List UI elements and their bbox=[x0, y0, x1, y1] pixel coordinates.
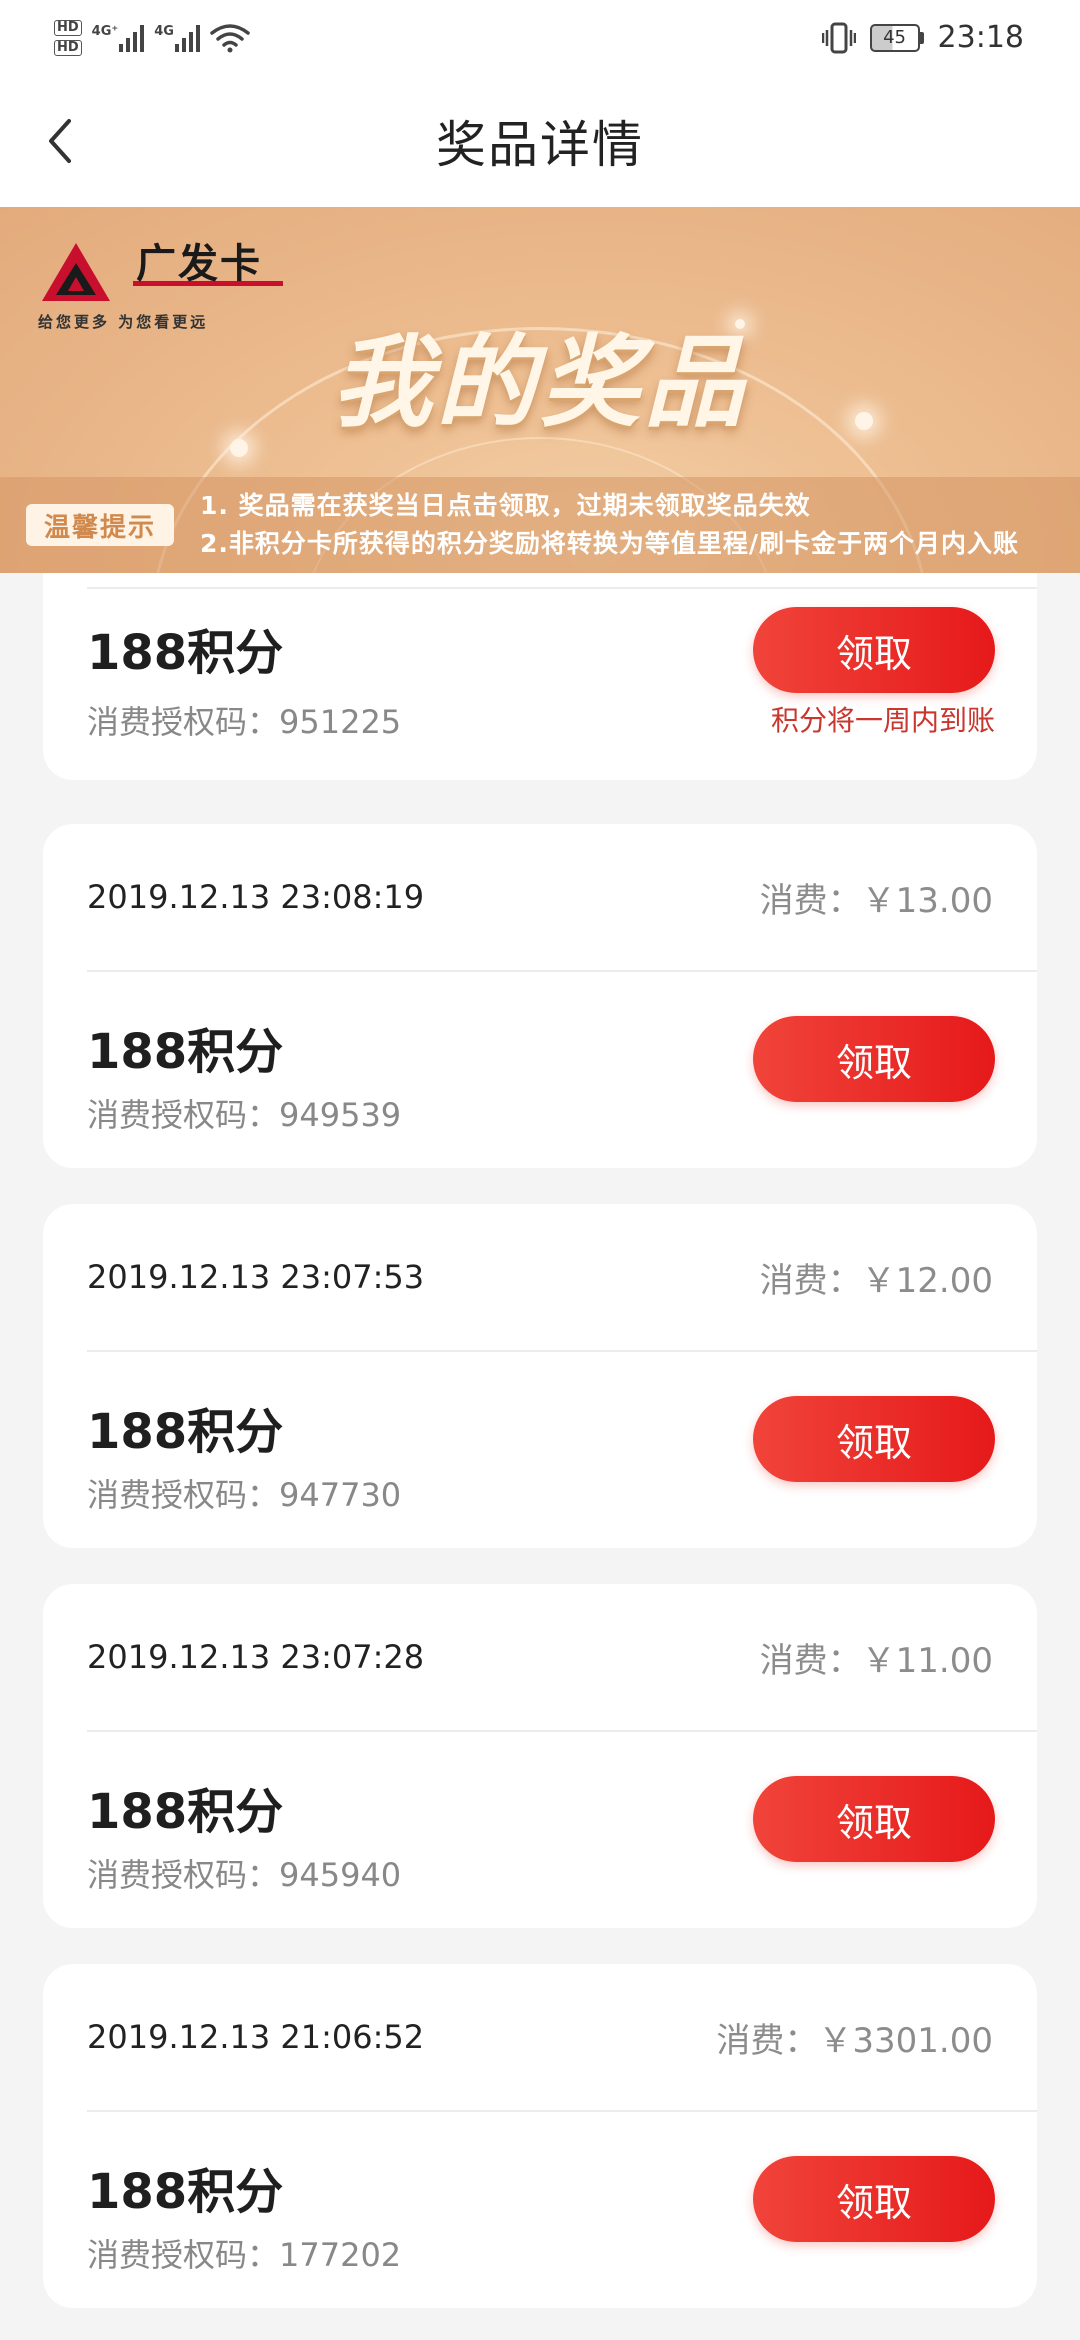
signal-icon bbox=[119, 24, 145, 52]
prize-card-header: 2019.12.13 23:07:28 消费：￥11.00 bbox=[87, 1584, 1037, 1732]
prize-card-header: 2019.12.13 23:08:19 消费：￥13.00 bbox=[87, 824, 1037, 972]
prize-card-body: 188积分 消费授权码：951225 领取 积分将一周内到账 bbox=[43, 589, 1037, 780]
prize-card-header: 2019.12.13 21:06:52 消费：￥3301.00 bbox=[87, 1964, 1037, 2112]
signal-icon bbox=[174, 24, 200, 52]
auth-code: 消费授权码：945940 bbox=[87, 1856, 402, 1894]
prize-card: 188积分 消费授权码：951225 领取 积分将一周内到账 bbox=[43, 573, 1037, 780]
hd-label-1: HD bbox=[54, 19, 82, 36]
claim-button[interactable]: 领取 bbox=[753, 2156, 995, 2242]
spend-amount: 消费：￥12.00 bbox=[759, 1260, 993, 1301]
status-bar: HD HD 4G⁺ 4G 45 23:18 bbox=[0, 0, 1080, 75]
banner-title: 我的奖品 bbox=[332, 324, 748, 441]
network-1: 4G⁺ bbox=[92, 24, 145, 52]
prize-card: 2019.12.13 23:08:19 消费：￥13.00 188积分 消费授权… bbox=[43, 824, 1037, 1168]
back-button[interactable] bbox=[30, 109, 90, 173]
auth-code: 消费授权码：177202 bbox=[87, 2236, 402, 2274]
claim-button[interactable]: 领取 bbox=[753, 1776, 995, 1862]
prize-card: 2019.12.13 23:07:28 消费：￥11.00 188积分 消费授权… bbox=[43, 1584, 1037, 1928]
status-right: 45 23:18 bbox=[821, 20, 1024, 55]
claim-button[interactable]: 领取 bbox=[753, 1396, 995, 1482]
prize-points: 188积分 bbox=[87, 1404, 284, 1460]
page-title: 奖品详情 bbox=[436, 116, 644, 174]
prize-points: 188积分 bbox=[87, 2164, 284, 2220]
notice-line-2: 2.非积分卡所获得的积分奖励将转换为等值里程/刷卡金于两个月内入账 bbox=[200, 529, 1020, 558]
prize-points: 188积分 bbox=[87, 1784, 284, 1840]
network-type-2: 4G bbox=[154, 23, 174, 39]
notice-line-1: 1. 奖品需在获奖当日点击领取，过期未领取奖品失效 bbox=[200, 491, 811, 520]
claim-button[interactable]: 领取 bbox=[753, 607, 995, 693]
prize-datetime: 2019.12.13 23:07:53 bbox=[87, 1258, 425, 1296]
prize-card-body: 188积分 消费授权码：945940 领取 bbox=[43, 1732, 1037, 1928]
notice-strip: 温馨提示 1. 奖品需在获奖当日点击领取，过期未领取奖品失效 2.非积分卡所获得… bbox=[0, 477, 1080, 573]
chevron-left-icon bbox=[49, 119, 71, 163]
prize-banner: 广发卡 给您更多 为您看更远 我的奖品 温馨提示 1. 奖品需在获奖当日点击领取… bbox=[0, 207, 1080, 573]
prize-card: 2019.12.13 23:07:53 消费：￥12.00 188积分 消费授权… bbox=[43, 1204, 1037, 1548]
auth-code: 消费授权码：947730 bbox=[87, 1476, 402, 1514]
prize-points: 188积分 bbox=[87, 625, 284, 681]
prize-card-header: 2019.12.13 23:07:53 消费：￥12.00 bbox=[87, 1204, 1037, 1352]
status-left: HD HD 4G⁺ 4G bbox=[54, 19, 250, 56]
claim-button[interactable]: 领取 bbox=[753, 1016, 995, 1102]
prize-card-body: 188积分 消费授权码：949539 领取 bbox=[43, 972, 1037, 1168]
prize-card: 2019.12.13 21:06:52 消费：￥3301.00 188积分 消费… bbox=[43, 1964, 1037, 2308]
auth-code: 消费授权码：951225 bbox=[87, 703, 402, 741]
prize-card-body: 188积分 消费授权码：947730 领取 bbox=[43, 1352, 1037, 1548]
spend-amount: 消费：￥3301.00 bbox=[716, 2020, 993, 2061]
network-type-1: 4G⁺ bbox=[91, 23, 119, 39]
prize-list[interactable]: 188积分 消费授权码：951225 领取 积分将一周内到账 2019.12.1… bbox=[0, 573, 1080, 2340]
clock: 23:18 bbox=[937, 20, 1024, 55]
spend-amount: 消费：￥11.00 bbox=[759, 1640, 993, 1681]
nav-header: 奖品详情 bbox=[0, 75, 1080, 207]
battery-icon: 45 bbox=[869, 23, 924, 52]
hd-label-2: HD bbox=[54, 39, 82, 56]
network-2: 4G bbox=[154, 24, 200, 52]
hd-indicator: HD HD bbox=[54, 19, 82, 56]
prize-datetime: 2019.12.13 23:08:19 bbox=[87, 878, 425, 916]
prize-datetime: 2019.12.13 21:06:52 bbox=[87, 2018, 425, 2056]
battery-level: 45 bbox=[883, 27, 906, 48]
wifi-icon bbox=[210, 23, 250, 52]
claim-note: 积分将一周内到账 bbox=[770, 704, 995, 737]
notice-text: 1. 奖品需在获奖当日点击领取，过期未领取奖品失效 2.非积分卡所获得的积分奖励… bbox=[200, 487, 1019, 563]
auth-code: 消费授权码：949539 bbox=[87, 1096, 402, 1134]
prize-points: 188积分 bbox=[87, 1024, 284, 1080]
prize-datetime: 2019.12.13 23:07:28 bbox=[87, 1638, 425, 1676]
logo-name: 广发卡 bbox=[136, 241, 262, 287]
notice-badge: 温馨提示 bbox=[26, 504, 174, 546]
prize-card-body: 188积分 消费授权码：177202 领取 bbox=[43, 2112, 1037, 2308]
vibrate-icon bbox=[821, 22, 856, 53]
spend-amount: 消费：￥13.00 bbox=[759, 880, 993, 921]
